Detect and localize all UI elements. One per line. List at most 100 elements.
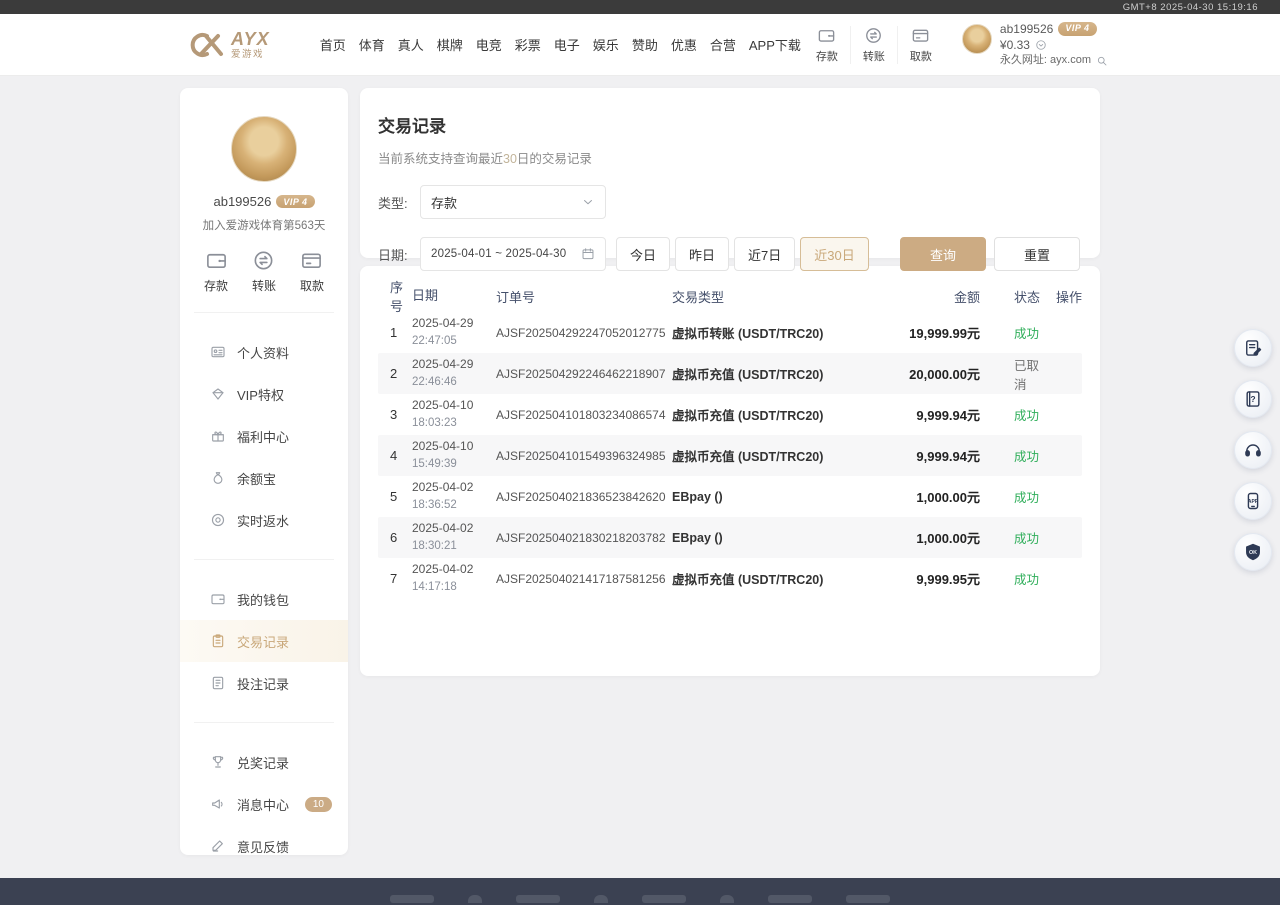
nav-item[interactable]: 优惠 — [671, 35, 697, 54]
reset-button[interactable]: 重置 — [994, 237, 1080, 271]
col-header-index: 序号 — [378, 277, 412, 315]
nav-item[interactable]: 合营 — [710, 35, 736, 54]
avatar[interactable] — [962, 24, 992, 54]
type-label: 类型: — [378, 193, 420, 212]
sidebar-item[interactable]: 实时返水 — [180, 499, 348, 541]
float-button[interactable] — [1234, 431, 1272, 469]
sidebar-item[interactable]: 消息中心 10 — [180, 783, 348, 825]
profile: ab199526 VIP 4 加入爱游戏体育第563天 — [180, 116, 348, 233]
cell-transaction-type: 虚拟币转账 (USDT/TRC20) — [672, 323, 868, 342]
wallet-icon — [205, 249, 228, 272]
col-header-date: 日期 — [412, 287, 496, 306]
float-button[interactable] — [1234, 329, 1272, 367]
headset-icon — [1243, 440, 1263, 460]
balance: ¥0.33 — [1000, 38, 1030, 52]
ok-shield-icon: OK — [1243, 542, 1263, 562]
nav-item[interactable]: 赞助 — [632, 35, 658, 54]
sidebar-item[interactable]: 兑奖记录 — [180, 741, 348, 783]
table-row: 4 2025-04-10 15:49:39 AJSF20250410154939… — [378, 435, 1082, 476]
cell-amount: 20,000.00元 — [868, 364, 980, 383]
cell-index: 7 — [378, 571, 412, 586]
date-range-value: 2025-04-01 ~ 2025-04-30 — [431, 248, 566, 260]
cell-status: 成功 — [980, 405, 1050, 424]
gift-icon — [210, 428, 226, 444]
float-button[interactable]: ? — [1234, 380, 1272, 418]
message-icon — [210, 796, 226, 812]
sidebar-item[interactable]: 投注记录 — [180, 662, 348, 704]
sidebar-quick-action[interactable]: 存款 — [204, 249, 228, 294]
float-button[interactable]: OK — [1234, 533, 1272, 571]
header-quick-action[interactable]: 存款 — [804, 26, 850, 64]
bank-card-icon — [300, 249, 323, 272]
nav-item[interactable]: 电竞 — [476, 35, 502, 54]
avatar[interactable] — [231, 116, 297, 182]
site-logo[interactable]: AYX 爱游戏 — [185, 29, 270, 61]
table-body: 1 2025-04-29 22:47:05 AJSF20250429224705… — [378, 312, 1082, 599]
topbar: GMT+8 2025-04-30 15:19:16 — [0, 0, 1280, 14]
table-row: 7 2025-04-02 14:17:18 AJSF20250402141718… — [378, 558, 1082, 599]
sidebar-item[interactable]: 余额宝 — [180, 457, 348, 499]
sidebar-quick-action[interactable]: 取款 — [300, 249, 324, 294]
cell-transaction-type: 虚拟币充值 (USDT/TRC20) — [672, 405, 868, 424]
nav-item[interactable]: 棋牌 — [437, 35, 463, 54]
cell-index: 3 — [378, 407, 412, 422]
quick-date-button[interactable]: 近30日 — [800, 237, 868, 271]
quick-date-button[interactable]: 昨日 — [675, 237, 729, 271]
nav-item[interactable]: 娱乐 — [593, 35, 619, 54]
transaction-icon — [210, 633, 226, 649]
sidebar-item[interactable]: VIP特权 — [180, 373, 348, 415]
sidebar-menu-group-2: 我的钱包 交易记录 投注记录 — [180, 578, 348, 704]
nav-item[interactable]: 电子 — [554, 35, 580, 54]
nav-item[interactable]: 真人 — [398, 35, 424, 54]
cell-status: 成功 — [980, 446, 1050, 465]
refresh-balance-icon[interactable] — [1035, 39, 1047, 51]
sidebar-item[interactable]: 交易记录 — [180, 620, 348, 662]
quick-date-button[interactable]: 今日 — [616, 237, 670, 271]
header-quick-action[interactable]: 转账 — [850, 26, 897, 64]
cell-date: 2025-04-02 18:36:52 — [412, 479, 496, 513]
bet-record-icon — [210, 675, 226, 691]
cell-index: 6 — [378, 530, 412, 545]
search-icon[interactable] — [1096, 55, 1108, 67]
sidebar-menu-group-1: 个人资料 VIP特权 福利中心 — [180, 331, 348, 541]
sidebar-item[interactable]: 福利中心 — [180, 415, 348, 457]
cell-amount: 9,999.94元 — [868, 446, 980, 465]
svg-text:OK: OK — [1249, 550, 1257, 556]
sidebar-item[interactable]: 意见反馈 — [180, 825, 348, 867]
date-range-input[interactable]: 2025-04-01 ~ 2025-04-30 — [420, 237, 606, 271]
float-button[interactable]: APP — [1234, 482, 1272, 520]
nav-item[interactable]: 体育 — [359, 35, 385, 54]
chevron-down-icon — [581, 195, 595, 209]
sidebar-item[interactable]: 我的钱包 — [180, 578, 348, 620]
header: AYX 爱游戏 首页体育真人棋牌电竞彩票电子娱乐赞助优惠合营 APP下载 存款 转… — [0, 14, 1280, 76]
sidebar: ab199526 VIP 4 加入爱游戏体育第563天 存款 转账 — [180, 88, 348, 855]
cell-amount: 9,999.94元 — [868, 405, 980, 424]
divider — [194, 722, 334, 723]
nav-item[interactable]: 彩票 — [515, 35, 541, 54]
page: GMT+8 2025-04-30 15:19:16 AYX 爱游戏 首页体育真人… — [0, 0, 1280, 905]
cell-amount: 1,000.00元 — [868, 487, 980, 506]
nav-item[interactable]: 首页 — [320, 35, 346, 54]
type-select[interactable]: 存款 — [420, 185, 606, 219]
transfer-icon — [252, 249, 275, 272]
table-row: 3 2025-04-10 18:03:23 AJSF20250410180323… — [378, 394, 1082, 435]
username: ab199526 — [213, 194, 271, 209]
col-header-order: 订单号 — [496, 287, 672, 306]
header-quick-action[interactable]: 取款 — [897, 26, 944, 64]
col-header-status: 状态 — [980, 287, 1050, 306]
cell-status: 成功 — [980, 528, 1050, 547]
sidebar-item[interactable]: 个人资料 — [180, 331, 348, 373]
divider — [194, 559, 334, 560]
cell-order-number: AJSF202504101549396324985 — [496, 449, 672, 463]
cell-date: 2025-04-10 15:49:39 — [412, 438, 496, 472]
cell-transaction-type: 虚拟币充值 (USDT/TRC20) — [672, 446, 868, 465]
filter-card: 交易记录 当前系统支持查询最近30日的交易记录 类型: 存款 日期: 2025-… — [360, 88, 1100, 258]
table-header-row: 序号 日期 订单号 交易类型 金额 状态 操作 — [378, 280, 1082, 312]
sidebar-quick-action[interactable]: 转账 — [252, 249, 276, 294]
table-row: 2 2025-04-29 22:46:46 AJSF20250429224646… — [378, 353, 1082, 394]
footer-partner-logos — [0, 878, 1280, 905]
quick-date-button[interactable]: 近7日 — [734, 237, 795, 271]
query-button[interactable]: 查询 — [900, 237, 986, 271]
cell-order-number: AJSF202504021830218203782 — [496, 531, 672, 545]
nav-item[interactable]: APP下载 — [749, 35, 801, 54]
